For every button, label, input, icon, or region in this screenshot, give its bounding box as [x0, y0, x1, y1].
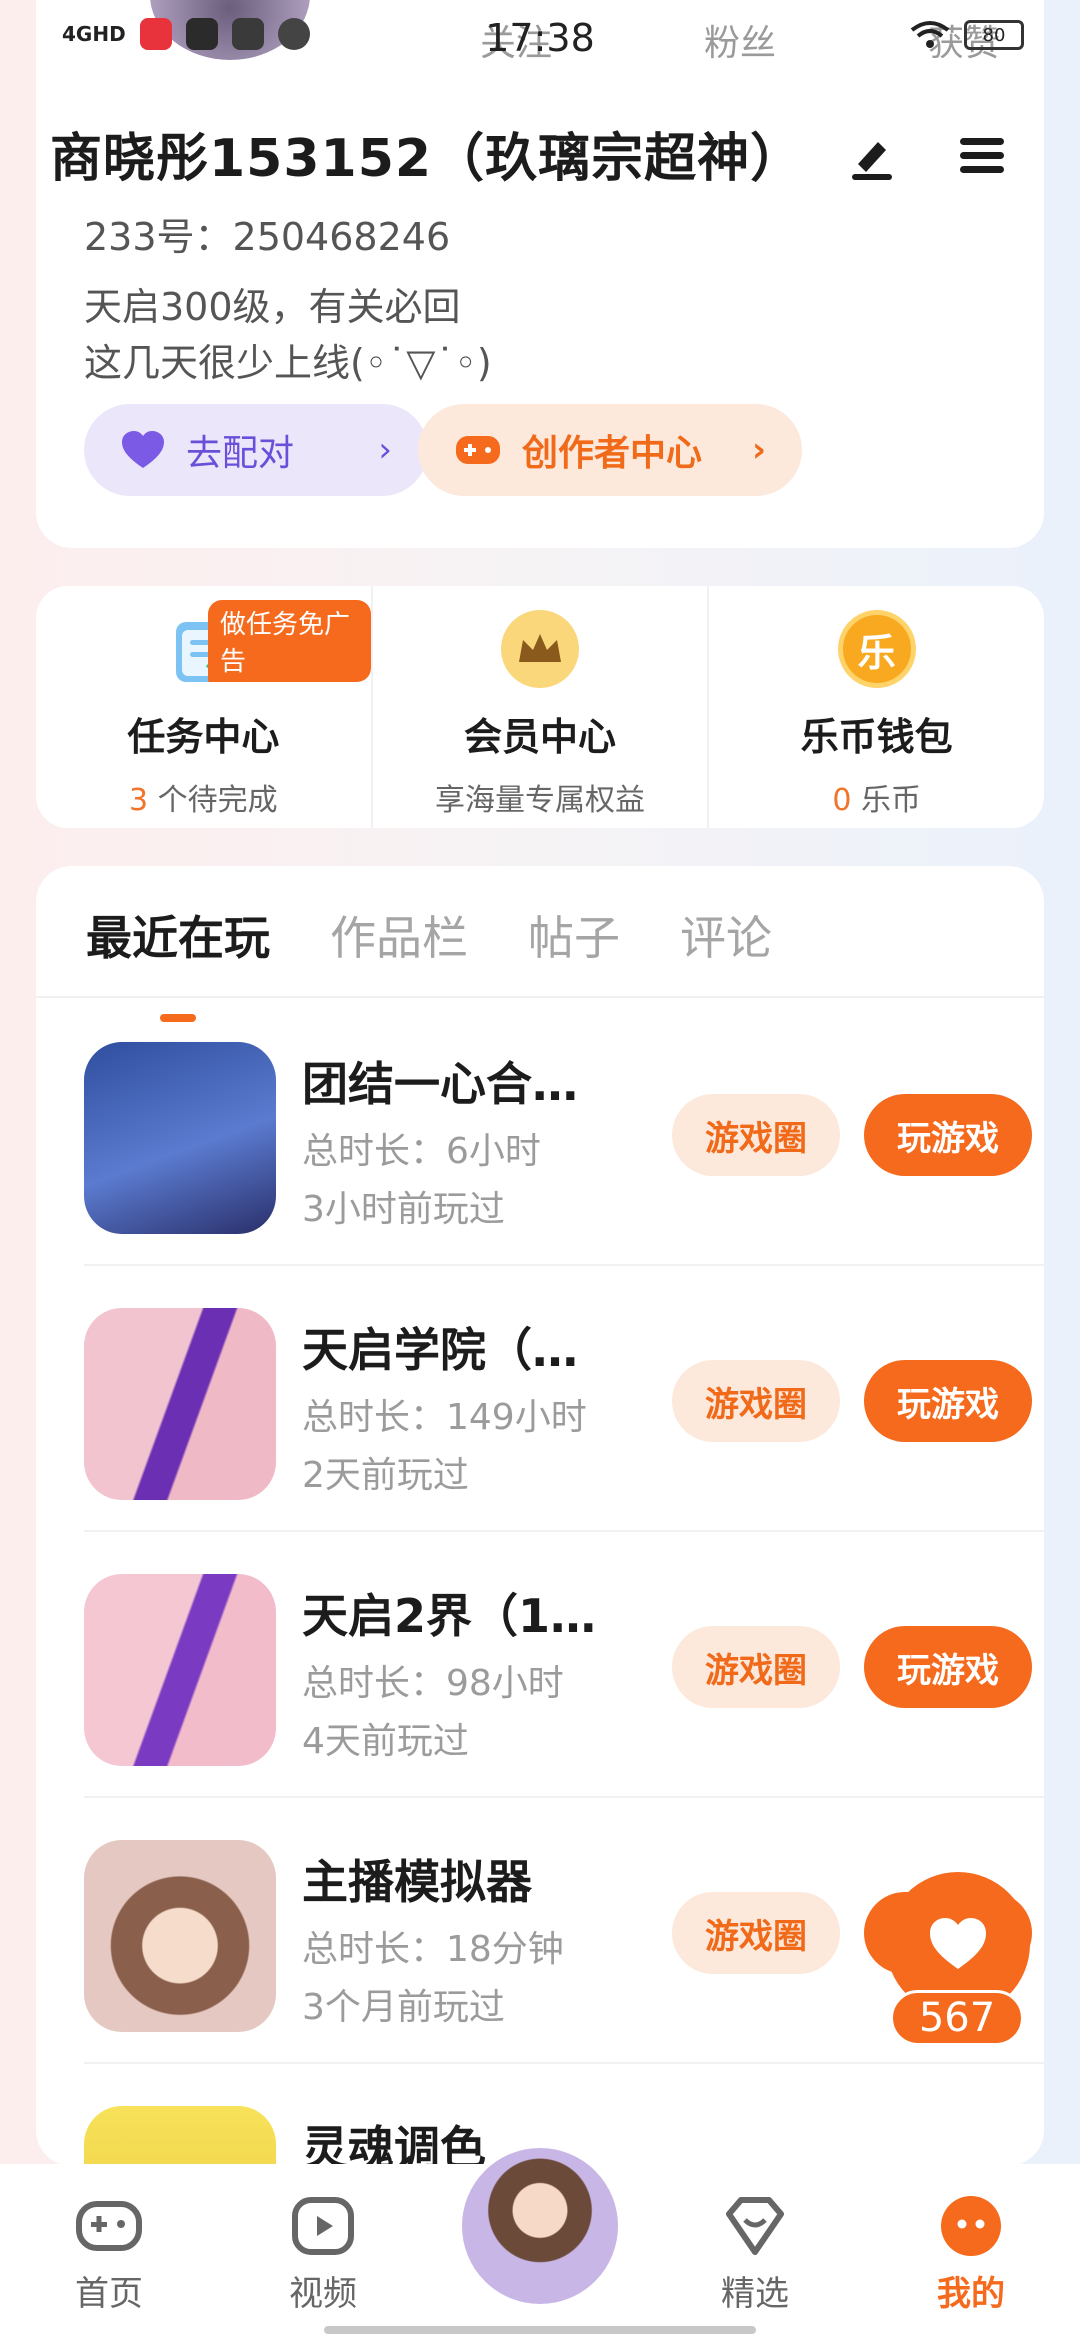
gamepad-icon: [76, 2201, 142, 2251]
home-indicator[interactable]: [324, 2326, 756, 2334]
game-row[interactable]: 团结一心合… 总时长：6小时 3小时前玩过 游戏圈 玩游戏: [84, 1000, 1044, 1266]
battery-level: 80: [982, 24, 1006, 46]
task-center[interactable]: 做任务免广告 任务中心 3 个待完成: [36, 586, 371, 828]
like-count: 567: [890, 1990, 1024, 2046]
crown-shape: [519, 634, 561, 662]
vip-center[interactable]: 会员中心 享海量专属权益: [370, 586, 708, 828]
pending-count: 3: [129, 783, 149, 818]
tab-posts[interactable]: 帖子: [528, 902, 620, 968]
chevron-right-icon: ›: [751, 430, 766, 470]
coin-wallet-sub: 0 乐币: [832, 775, 921, 819]
tab-bar: 最近在玩 作品栏 帖子 评论: [86, 902, 772, 968]
heart-icon: [930, 1918, 986, 1969]
divider: [36, 996, 1044, 998]
profile-face-icon: [941, 2196, 1001, 2256]
match-label: 去配对: [186, 433, 295, 474]
service-card: 做任务免广告 任务中心 3 个待完成 会员中心 享海量专属权益 乐 乐币钱包 0…: [36, 586, 1044, 828]
tab-works[interactable]: 作品栏: [330, 902, 468, 968]
bio-line: 这几天很少上线(◦˙▽˙◦): [84, 341, 492, 385]
edit-icon[interactable]: [844, 128, 900, 184]
vip-center-sub: 享海量专属权益: [435, 783, 645, 818]
game-circle-button[interactable]: 游戏圈: [672, 1626, 840, 1708]
game-thumbnail[interactable]: [84, 1574, 276, 1766]
coin-wallet-title: 乐币钱包: [800, 715, 953, 759]
coin-unit: 乐币: [851, 783, 921, 818]
play-game-button[interactable]: 玩游戏: [864, 1626, 1032, 1708]
game-title: 天启2界（1…: [302, 1589, 597, 1643]
nav-home[interactable]: 首页: [44, 2194, 174, 2315]
profile-card: 商晓彤153152（玖璃宗超神） 233号：250468246 天启300级，有…: [36, 0, 1044, 548]
game-duration: 总时长：18分钟: [302, 1929, 564, 1970]
game-last-played: 4天前玩过: [302, 1721, 469, 1762]
nav-video[interactable]: 视频: [258, 2194, 388, 2315]
tab-recent[interactable]: 最近在玩: [86, 902, 270, 968]
video-icon: [292, 2197, 354, 2255]
profile-name: 商晓彤153152（玖璃宗超神）: [50, 128, 804, 189]
nav-featured-label: 精选: [721, 2274, 789, 2314]
nav-me[interactable]: 我的: [906, 2194, 1036, 2315]
game-title: 主播模拟器: [302, 1855, 532, 1909]
heart-badge-icon: [726, 2197, 784, 2255]
nav-featured[interactable]: 精选: [690, 2194, 820, 2315]
game-last-played: 3小时前玩过: [302, 1189, 505, 1230]
status-bar: 4GHD 17:38 80: [0, 0, 1080, 80]
game-duration: 总时长：98小时: [302, 1663, 564, 1704]
gamepad-icon: [456, 436, 500, 464]
user-id: 233号：250468246: [84, 215, 451, 259]
coin-wallet[interactable]: 乐 乐币钱包 0 乐币: [707, 586, 1044, 828]
match-button[interactable]: 去配对 ›: [84, 404, 428, 496]
game-circle-button[interactable]: 游戏圈: [672, 1094, 840, 1176]
game-row[interactable]: 天启学院（… 总时长：149小时 2天前玩过 游戏圈 玩游戏: [84, 1266, 1044, 1532]
game-duration: 总时长：149小时: [302, 1397, 587, 1438]
menu-icon[interactable]: [954, 128, 1010, 184]
game-row[interactable]: 天启2界（1… 总时长：98小时 4天前玩过 游戏圈 玩游戏: [84, 1532, 1044, 1798]
game-thumbnail[interactable]: [84, 1840, 276, 2032]
game-title: 团结一心合…: [302, 1057, 578, 1111]
game-last-played: 3个月前玩过: [302, 1987, 505, 2028]
tab-comments[interactable]: 评论: [680, 902, 772, 968]
game-thumbnail[interactable]: [84, 1042, 276, 1234]
crown-icon: [501, 610, 579, 688]
nav-video-label: 视频: [289, 2274, 357, 2314]
bottom-nav: 首页 视频 精选 我的: [0, 2142, 1080, 2340]
nav-home-label: 首页: [75, 2274, 143, 2314]
game-duration: 总时长：6小时: [302, 1131, 541, 1172]
game-thumbnail[interactable]: [84, 1308, 276, 1500]
task-center-sub: 3 个待完成: [129, 775, 278, 819]
wifi-icon: [910, 21, 950, 48]
ad-free-badge: 做任务免广告: [208, 600, 371, 682]
task-center-title: 任务中心: [127, 715, 280, 759]
play-game-button[interactable]: 玩游戏: [864, 1360, 1032, 1442]
battery-icon: 80: [964, 20, 1024, 50]
game-circle-button[interactable]: 游戏圈: [672, 1360, 840, 1442]
play-game-button[interactable]: 玩游戏: [864, 1094, 1032, 1176]
coin-icon: 乐: [837, 610, 916, 688]
vip-center-title: 会员中心: [464, 715, 617, 759]
center-avatar-button[interactable]: [456, 2142, 624, 2310]
bio-line: 天启300级，有关必回: [84, 285, 461, 329]
coin-count: 0: [832, 783, 852, 818]
nav-me-label: 我的: [937, 2274, 1005, 2314]
creator-label: 创作者中心: [522, 433, 703, 474]
pending-label: 个待完成: [148, 783, 278, 818]
heart-icon: [122, 431, 164, 468]
game-circle-button[interactable]: 游戏圈: [672, 1892, 840, 1974]
coin-glyph: 乐: [857, 630, 896, 675]
chevron-right-icon: ›: [378, 430, 392, 470]
game-title: 天启学院（…: [302, 1323, 578, 1377]
game-thumbnail[interactable]: [84, 2106, 276, 2166]
game-last-played: 2天前玩过: [302, 1455, 469, 1496]
creator-center-button[interactable]: 创作者中心 ›: [418, 404, 802, 496]
